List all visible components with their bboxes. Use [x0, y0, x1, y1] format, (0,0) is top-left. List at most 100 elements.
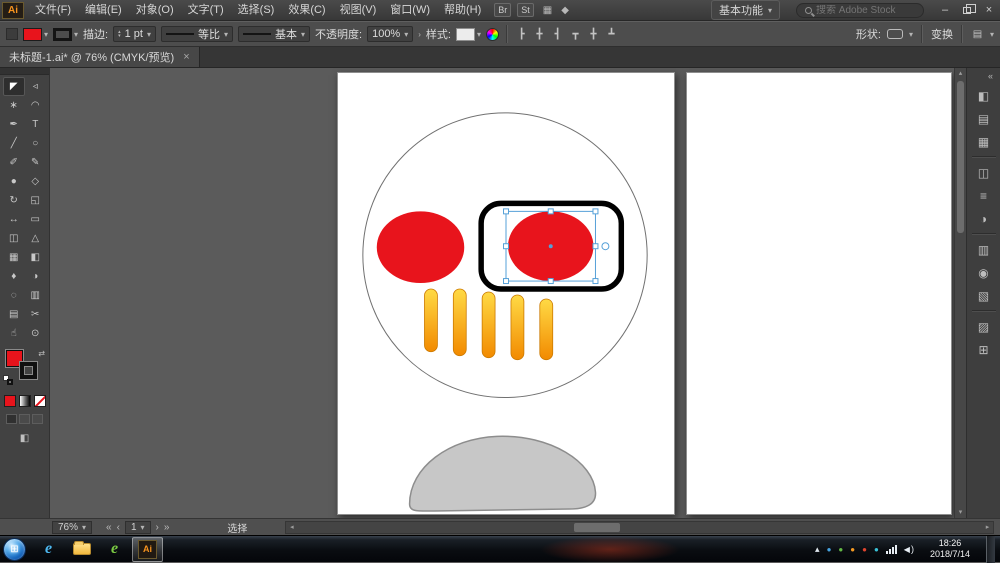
- none-button[interactable]: [34, 395, 46, 407]
- width-tool[interactable]: ↔: [3, 210, 25, 229]
- style-dropdown[interactable]: ▾: [456, 28, 481, 41]
- fill-color-well[interactable]: ▾: [23, 28, 48, 41]
- menu-window[interactable]: 窗口(W): [383, 0, 437, 21]
- shape-options-icon[interactable]: [887, 29, 903, 39]
- gradient-bar-1[interactable]: [424, 289, 437, 352]
- line-segment-tool[interactable]: ╱: [3, 134, 25, 153]
- artboard-2[interactable]: [686, 72, 952, 515]
- navigator-panel-icon[interactable]: ⊞: [972, 339, 996, 360]
- lasso-tool[interactable]: ◠: [25, 96, 47, 115]
- taskbar-clock[interactable]: 18:26 2018/7/14: [921, 538, 979, 560]
- gradient-bar-5[interactable]: [540, 299, 553, 360]
- cs-services-icon[interactable]: ◆: [561, 5, 569, 16]
- start-button[interactable]: ⊞: [3, 538, 26, 561]
- tools-panel-header[interactable]: [0, 68, 49, 75]
- gradient-bar-3[interactable]: [482, 292, 495, 358]
- menu-edit[interactable]: 编辑(E): [78, 0, 129, 21]
- ellipse-tool[interactable]: ○: [25, 134, 47, 153]
- transparency-panel-icon[interactable]: ◑: [972, 208, 996, 229]
- restore-button[interactable]: [956, 0, 978, 21]
- stock-button[interactable]: St: [517, 3, 534, 17]
- free-transform-tool[interactable]: ▭: [25, 210, 47, 229]
- zoom-level-dropdown[interactable]: 76% ▾: [52, 521, 92, 534]
- align-center-icon[interactable]: ╋: [533, 29, 546, 40]
- stroke-weight-field[interactable]: ▴▾ 1 pt ▾: [113, 26, 156, 42]
- network-icon[interactable]: [886, 544, 897, 554]
- recolor-artwork-icon[interactable]: [486, 28, 499, 41]
- volume-icon[interactable]: ◀: [904, 544, 914, 554]
- tray-icon[interactable]: ●: [827, 537, 832, 562]
- stroke-color-swatch[interactable]: [20, 362, 37, 379]
- stroke-color-well[interactable]: ▾: [53, 28, 78, 41]
- scroll-up-icon[interactable]: ▴: [955, 68, 966, 79]
- taskbar-explorer-icon[interactable]: [66, 537, 97, 562]
- gradient-button[interactable]: [19, 395, 31, 407]
- menu-object[interactable]: 对象(O): [129, 0, 181, 21]
- type-tool[interactable]: T: [25, 115, 47, 134]
- arrange-documents-icon[interactable]: ▦: [543, 5, 552, 16]
- red-ellipse-left[interactable]: [377, 211, 464, 283]
- gradient-bar-4[interactable]: [511, 295, 524, 360]
- symbol-sprayer-tool[interactable]: ◌: [3, 286, 25, 305]
- document-tab[interactable]: 未标题-1.ai* @ 76% (CMYK/预览) ×: [0, 47, 200, 67]
- bridge-button[interactable]: Br: [494, 3, 511, 17]
- panel-menu-icon[interactable]: ▤: [971, 29, 984, 40]
- pen-tool[interactable]: ✒: [3, 115, 25, 134]
- taskbar-browser-icon[interactable]: e: [99, 537, 130, 562]
- column-graph-tool[interactable]: ▥: [25, 286, 47, 305]
- opacity-field[interactable]: 100% ▾: [367, 26, 413, 42]
- pencil-tool[interactable]: ✎: [25, 153, 47, 172]
- swap-fill-stroke-icon[interactable]: ⇄: [38, 349, 45, 358]
- screen-mode-button[interactable]: ◧: [0, 433, 49, 444]
- menu-type[interactable]: 文字(T): [181, 0, 231, 21]
- taskbar-ie-icon[interactable]: e: [33, 537, 64, 562]
- menu-select[interactable]: 选择(S): [231, 0, 282, 21]
- width-profile-dropdown[interactable]: 等比 ▾: [161, 26, 233, 42]
- tray-icon[interactable]: ●: [850, 537, 855, 562]
- zoom-tool[interactable]: ⊙: [25, 324, 47, 343]
- symbols-panel-icon[interactable]: ◫: [972, 162, 996, 183]
- stepper-icon[interactable]: ▴▾: [118, 30, 121, 38]
- app-logo[interactable]: Ai: [2, 2, 24, 19]
- menu-view[interactable]: 视图(V): [333, 0, 384, 21]
- align-top-icon[interactable]: ┳: [569, 29, 582, 40]
- blend-tool[interactable]: ◑: [25, 267, 47, 286]
- artboard-1[interactable]: [337, 72, 675, 515]
- scroll-down-icon[interactable]: ▾: [955, 507, 966, 518]
- stroke-panel-icon[interactable]: ≡: [972, 185, 996, 206]
- mesh-tool[interactable]: ▦: [3, 248, 25, 267]
- horizontal-scrollbar[interactable]: ◂ ▸: [285, 521, 994, 534]
- align-bottom-icon[interactable]: ┻: [605, 29, 618, 40]
- chevron-down-icon[interactable]: ▾: [990, 30, 994, 39]
- search-input[interactable]: [816, 5, 916, 16]
- scroll-left-icon[interactable]: ◂: [286, 522, 297, 533]
- graphic-styles-panel-icon[interactable]: ▥: [972, 239, 996, 260]
- hand-tool[interactable]: ☝: [3, 324, 25, 343]
- horizontal-scrollbar-thumb[interactable]: [574, 523, 620, 532]
- direct-selection-tool[interactable]: ◃: [25, 77, 47, 96]
- tray-icon[interactable]: ●: [862, 537, 867, 562]
- align-right-icon[interactable]: ┫: [551, 29, 564, 40]
- close-button[interactable]: ×: [978, 0, 1000, 21]
- align-left-icon[interactable]: ┣: [515, 29, 528, 40]
- perspective-grid-tool[interactable]: △: [25, 229, 47, 248]
- magic-wand-tool[interactable]: ∗: [3, 96, 25, 115]
- brush-definition-dropdown[interactable]: 基本 ▾: [238, 26, 310, 42]
- align-middle-icon[interactable]: ╋: [587, 29, 600, 40]
- expand-panels-icon[interactable]: «: [981, 70, 1000, 84]
- shape-builder-tool[interactable]: ◫: [3, 229, 25, 248]
- gradient-bar-2[interactable]: [453, 289, 466, 356]
- canvas-area[interactable]: [50, 68, 954, 518]
- artboard-number-dropdown[interactable]: 1 ▾: [125, 521, 151, 534]
- menu-effect[interactable]: 效果(C): [281, 0, 332, 21]
- show-desktop-button[interactable]: [986, 536, 995, 563]
- rotate-tool[interactable]: ↻: [3, 191, 25, 210]
- default-fill-stroke-icon[interactable]: [3, 375, 15, 387]
- minimize-button[interactable]: –: [934, 0, 956, 21]
- menu-file[interactable]: 文件(F): [28, 0, 78, 21]
- draw-inside-button[interactable]: [32, 414, 43, 424]
- artboard-canvas[interactable]: [338, 73, 674, 514]
- color-panel-icon[interactable]: ◧: [972, 85, 996, 106]
- eyedropper-tool[interactable]: ♦: [3, 267, 25, 286]
- vertical-scrollbar[interactable]: ▴ ▾: [954, 68, 966, 518]
